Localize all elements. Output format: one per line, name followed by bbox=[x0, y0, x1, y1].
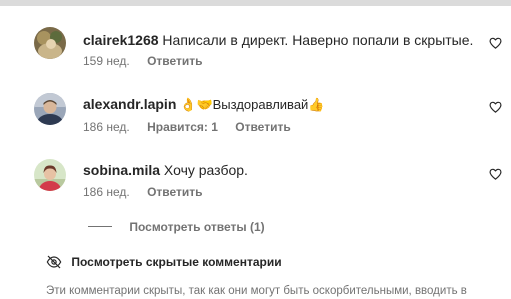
top-divider bbox=[0, 0, 511, 6]
hidden-comments-note: Эти комментарии скрыты, так как они могу… bbox=[46, 285, 467, 297]
comment-text: Хочу разбор. bbox=[163, 162, 248, 178]
reply-button[interactable]: Ответить bbox=[235, 120, 290, 134]
comment-username[interactable]: alexandr.lapin bbox=[83, 96, 176, 112]
comment-meta: 186 нед. Нравится: 1 Ответить bbox=[83, 119, 305, 135]
avatar[interactable] bbox=[34, 159, 66, 191]
comment-meta: 159 нед. Ответить bbox=[83, 53, 217, 69]
comment-text-line: clairek1268 Написали в директ. Наверно п… bbox=[83, 31, 473, 49]
comment-time[interactable]: 159 нед. bbox=[83, 54, 130, 68]
comment-time[interactable]: 186 нед. bbox=[83, 120, 130, 134]
view-replies-button[interactable]: Посмотреть ответы (1) bbox=[88, 219, 265, 235]
comment-time[interactable]: 186 нед. bbox=[83, 185, 130, 199]
comment-meta: 186 нед. Ответить bbox=[83, 184, 217, 200]
comment-text-line: alexandr.lapin 👌🤝Выздоравливай👍 bbox=[83, 95, 325, 114]
reply-button[interactable]: Ответить bbox=[147, 185, 202, 199]
avatar[interactable] bbox=[34, 27, 66, 59]
reply-button[interactable]: Ответить bbox=[147, 54, 202, 68]
comment-text: 👌🤝Выздоравливай👍 bbox=[180, 97, 325, 112]
hidden-comments-label: Посмотреть скрытые комментарии bbox=[71, 254, 282, 269]
avatar[interactable] bbox=[34, 93, 66, 125]
heart-outline-icon[interactable] bbox=[489, 101, 502, 113]
view-replies-label: Посмотреть ответы (1) bbox=[129, 219, 265, 234]
comment-text-line: sobina.mila Хочу разбор. bbox=[83, 161, 248, 179]
view-hidden-comments-button[interactable]: Посмотреть скрытые комментарии bbox=[46, 254, 282, 272]
heart-outline-icon[interactable] bbox=[489, 168, 502, 180]
replies-divider bbox=[88, 226, 112, 228]
comment-text: Написали в директ. Наверно попали в скры… bbox=[162, 32, 474, 48]
comment-username[interactable]: sobina.mila bbox=[83, 162, 160, 178]
eye-off-icon bbox=[46, 255, 62, 269]
comment-username[interactable]: clairek1268 bbox=[83, 32, 159, 48]
heart-outline-icon[interactable] bbox=[489, 37, 502, 49]
likes-count[interactable]: Нравится: 1 bbox=[147, 120, 218, 134]
